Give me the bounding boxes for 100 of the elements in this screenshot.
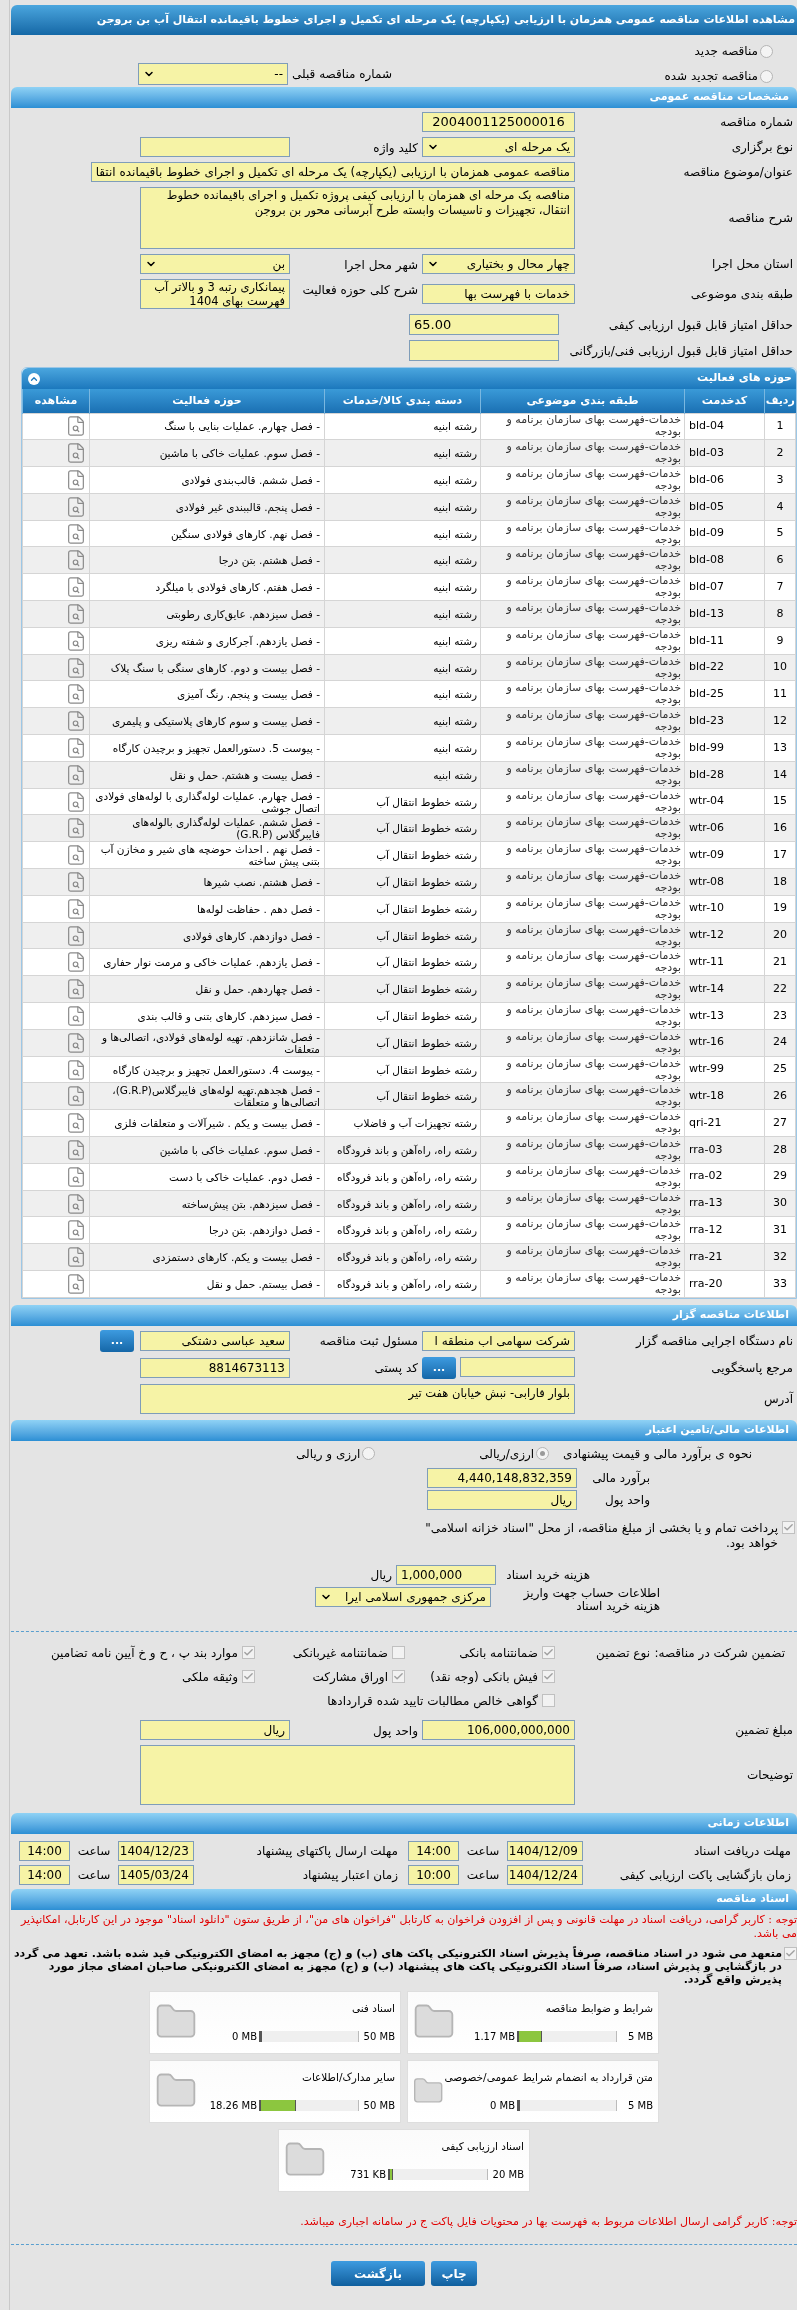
select-field[interactable]: چهار محال و بختیاری <box>422 254 575 274</box>
view-icon[interactable] <box>65 522 87 545</box>
input-field[interactable] <box>409 340 559 361</box>
view-icon[interactable] <box>65 710 87 733</box>
document-name: شرایط و ضوابط مناقصه <box>544 2000 653 2017</box>
time-field[interactable]: 10:00 <box>408 1864 459 1885</box>
checkbox[interactable] <box>392 1670 405 1684</box>
view-icon[interactable] <box>65 870 87 893</box>
view-icon[interactable] <box>65 1031 87 1054</box>
select-field[interactable]: بن <box>140 254 290 274</box>
input-field[interactable]: ریال <box>427 1490 577 1511</box>
select-field[interactable]: مرکزی جمهوری اسلامی ایرا <box>315 1586 491 1607</box>
time-field[interactable]: 14:00 <box>408 1840 459 1861</box>
text-area[interactable]: بلوار فارابی- نبش خیابان هفت تیر <box>140 1383 575 1414</box>
checkbox[interactable] <box>784 1946 797 1960</box>
text-area[interactable]: پیمانکاری رتبه 3 و بالاتر آب فهرست بهای 1404 <box>140 279 290 309</box>
input-field[interactable]: شرکت سهامی اب منطقه ا <box>422 1330 575 1351</box>
view-icon[interactable] <box>65 790 87 813</box>
checkbox[interactable] <box>542 1646 555 1660</box>
input-field[interactable]: 65.00 <box>409 314 559 335</box>
table-cell: wtr-11 <box>684 948 765 976</box>
checkbox[interactable] <box>542 1670 555 1684</box>
time-field[interactable]: 14:00 <box>19 1864 70 1885</box>
view-icon[interactable] <box>65 576 87 599</box>
table-cell: خدمات-فهرست بهای سازمان برنامه و بودجه <box>480 734 685 762</box>
table-cell: خدمات-فهرست بهای سازمان برنامه و بودجه <box>480 975 685 1003</box>
view-icon[interactable] <box>65 844 87 867</box>
view-icon[interactable] <box>65 1058 87 1081</box>
more-button[interactable]: ... <box>422 1356 456 1379</box>
table-cell: 10 <box>764 654 796 681</box>
select-field[interactable]: یک مرحله ای <box>422 137 575 157</box>
print-button[interactable]: چاپ <box>431 2261 477 2287</box>
view-icon[interactable] <box>65 763 87 786</box>
input-field[interactable]: 1,000,000 <box>396 1564 496 1585</box>
input-field[interactable]: 4,440,148,832,359 <box>427 1468 577 1489</box>
view-icon[interactable] <box>65 1138 87 1161</box>
view-icon[interactable] <box>65 978 87 1001</box>
view-icon[interactable] <box>65 469 87 491</box>
input-field[interactable]: خدمات با فهرست بها <box>422 284 575 304</box>
input-field[interactable]: 2004001125000016 <box>422 112 575 132</box>
checkbox[interactable] <box>542 1694 555 1708</box>
more-button[interactable]: ... <box>100 1329 134 1352</box>
input-field[interactable]: سعید عباسی دشتکی <box>140 1330 290 1351</box>
time-field[interactable]: 14:00 <box>19 1840 70 1861</box>
view-icon[interactable] <box>65 495 87 518</box>
text-area[interactable]: مناقصه یک مرحله ای همزمان با ارزیابی کیفی پروژه تکمیل و اجرای باقیمانده خطوط انتقال، تجهیزات و تاسیسات وابسته طرح آبرسانی محور بن بروجن <box>140 187 575 249</box>
input-field[interactable] <box>460 1356 575 1377</box>
table-cell: خدمات-فهرست بهای سازمان برنامه و بودجه <box>480 600 685 628</box>
table-cell: خدمات-فهرست بهای سازمان برنامه و بودجه <box>480 707 685 735</box>
date-field[interactable]: 1404/12/23 <box>118 1840 194 1861</box>
view-icon[interactable] <box>65 415 87 438</box>
date-field[interactable]: 1405/03/24 <box>118 1864 194 1885</box>
date-field[interactable]: 1404/12/24 <box>507 1864 583 1885</box>
view-icon[interactable] <box>65 442 87 465</box>
view-icon[interactable] <box>65 656 87 679</box>
view-icon[interactable] <box>65 924 87 947</box>
checkbox[interactable] <box>392 1646 405 1660</box>
input-field[interactable]: 8814673113 <box>140 1357 290 1378</box>
view-icon[interactable] <box>65 549 87 572</box>
view-icon[interactable] <box>65 1246 87 1269</box>
collapse-icon[interactable] <box>28 372 40 385</box>
commitment-text: متعهد می شود در اسناد مناقصه، صرفاً پذیرش اسناد الکترونیکی پاکت های (ب) و (ج) مجهز به امضای الکترونیکی قید شده باشد. تعهد می گردد در بازگشایی و پذیرش اسناد، صرفاً اسناد الکترونیکی پاکت های پیشنهاد (ب) و (ج) مجهز به امضای الکترونیکی صاحبان امضای مجاز مورد پذیرش واقع گردد. <box>12 1946 782 1986</box>
view-icon[interactable] <box>65 1219 87 1242</box>
radio-button[interactable] <box>760 69 773 83</box>
back-button[interactable]: بازگشت <box>331 2261 425 2287</box>
field-label: استان محل اجرا <box>710 256 794 273</box>
input-field[interactable] <box>140 137 290 157</box>
checkbox[interactable] <box>242 1670 255 1684</box>
table-cell: - فصل ششم. قالب‌بندی فولادی <box>89 466 325 494</box>
view-icon[interactable] <box>65 1004 87 1027</box>
table-cell: خدمات-فهرست بهای سازمان برنامه و بودجه <box>480 1002 685 1030</box>
checkbox[interactable] <box>242 1646 255 1660</box>
view-icon[interactable] <box>65 1085 87 1108</box>
field-label: ساعت <box>465 1866 501 1884</box>
input-field[interactable]: مناقصه عمومی همزمان با ارزیابی (یکپارچه) یک مرحله ای تکمیل و اجرای خطوط باقیمانده انتقا <box>90 162 575 182</box>
view-icon[interactable] <box>65 897 87 920</box>
table-cell: - فصل دوم. عملیات خاکی با دست <box>89 1163 325 1191</box>
radio-button[interactable] <box>760 44 773 58</box>
view-icon[interactable] <box>65 951 87 974</box>
table-cell: خدمات-فهرست بهای سازمان برنامه و بودجه <box>480 466 685 494</box>
table-cell: 13 <box>764 734 796 762</box>
view-icon[interactable] <box>65 817 87 840</box>
table-cell: - فصل یازدهم. عملیات خاکی و مرمت نوار حفاری <box>89 948 325 976</box>
view-icon[interactable] <box>65 1165 87 1188</box>
view-icon[interactable] <box>65 629 87 652</box>
radio-button[interactable] <box>536 1447 550 1461</box>
view-icon[interactable] <box>65 1272 87 1295</box>
view-icon[interactable] <box>65 683 87 706</box>
view-icon[interactable] <box>65 736 87 759</box>
text-area[interactable] <box>140 1744 575 1805</box>
radio-button[interactable] <box>362 1447 376 1461</box>
view-icon[interactable] <box>65 602 87 625</box>
view-icon[interactable] <box>65 1112 87 1135</box>
input-field[interactable]: 106,000,000,000 <box>422 1719 575 1740</box>
input-field[interactable]: ریال <box>140 1719 290 1740</box>
date-field[interactable]: 1404/12/09 <box>507 1840 583 1861</box>
field-label: نوع تضمین <box>595 1644 650 1662</box>
checkbox[interactable] <box>782 1520 795 1534</box>
select-field[interactable]: -- <box>138 63 288 85</box>
view-icon[interactable] <box>65 1192 87 1215</box>
